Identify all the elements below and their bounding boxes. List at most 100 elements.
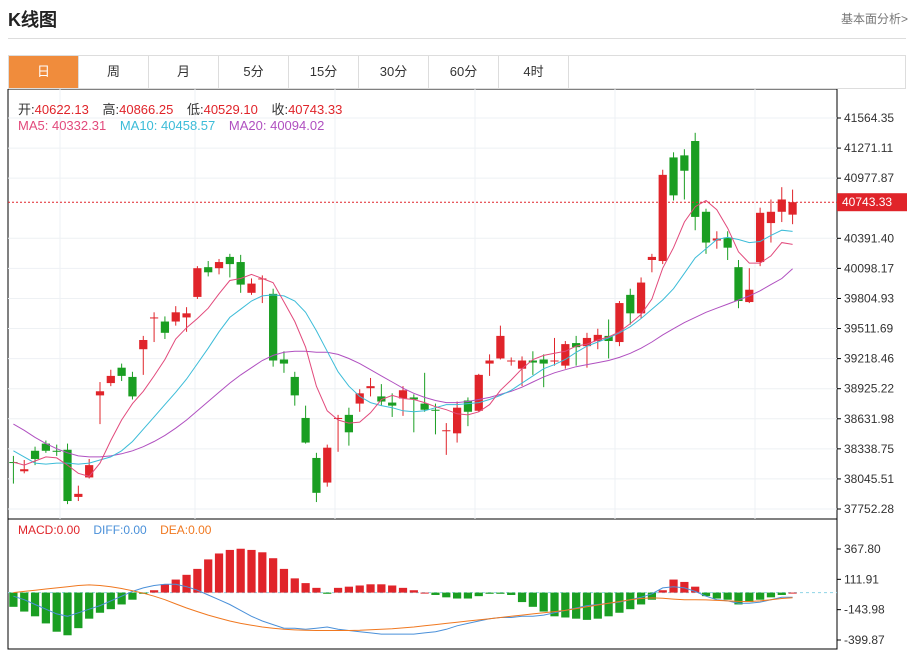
tab-6[interactable]: 60分 bbox=[429, 56, 499, 88]
macd-bar bbox=[204, 559, 213, 593]
ma20-label: MA20: bbox=[228, 118, 267, 133]
macd-bar bbox=[279, 568, 289, 593]
open-label: 开: bbox=[18, 102, 35, 117]
tab-4[interactable]: 15分 bbox=[289, 56, 359, 88]
candle-body bbox=[701, 211, 711, 243]
price-tick-label: 41271.11 bbox=[844, 141, 893, 155]
header: K线图 基本面分析> bbox=[0, 0, 914, 36]
candle-body bbox=[485, 360, 494, 364]
macd-bar bbox=[442, 592, 451, 598]
high-value: 40866.25 bbox=[119, 102, 174, 117]
macd-bar bbox=[517, 592, 527, 603]
macd-bar bbox=[9, 592, 18, 607]
candle-body bbox=[139, 339, 148, 350]
candle-body bbox=[182, 313, 191, 318]
candle-body bbox=[225, 256, 234, 265]
tab-2[interactable]: 月 bbox=[149, 56, 219, 88]
candle-body bbox=[74, 493, 83, 497]
macd-bar bbox=[247, 549, 256, 593]
dea-value: 0.00 bbox=[188, 523, 212, 537]
macd-bar bbox=[366, 584, 375, 593]
candle-body bbox=[388, 402, 397, 406]
price-panel-frame bbox=[7, 89, 838, 520]
candle-body bbox=[63, 449, 72, 502]
candle-body bbox=[723, 237, 732, 248]
macd-bar bbox=[561, 592, 570, 618]
candle-body bbox=[279, 359, 289, 364]
macd-bar bbox=[658, 590, 667, 593]
macd-bar bbox=[398, 587, 408, 593]
price-tick-label: 39511.69 bbox=[844, 322, 893, 336]
divider bbox=[8, 38, 906, 39]
price-tick-label: 41564.35 bbox=[844, 111, 894, 125]
price-tick-label: 40391.40 bbox=[844, 231, 894, 245]
price-tick-label: 38631.98 bbox=[844, 412, 894, 426]
candle-body bbox=[766, 211, 776, 224]
candle-body bbox=[420, 403, 429, 410]
macd-bar bbox=[669, 579, 678, 593]
candle-body bbox=[539, 359, 548, 364]
macd-bar bbox=[766, 592, 776, 598]
candle-body bbox=[366, 386, 375, 389]
macd-tick-label: -399.87 bbox=[844, 633, 885, 647]
macd-bar bbox=[701, 592, 711, 597]
low-value: 40529.10 bbox=[203, 102, 258, 117]
candle-body bbox=[669, 157, 678, 196]
price-tick-label: 37752.28 bbox=[844, 502, 894, 516]
tab-7[interactable]: 4时 bbox=[499, 56, 569, 88]
ma10-label: MA10: bbox=[119, 118, 158, 133]
macd-bar bbox=[626, 592, 635, 610]
macd-value: 0.00 bbox=[56, 523, 81, 537]
candle-body bbox=[615, 303, 624, 343]
diff-value: 0.00 bbox=[123, 523, 147, 537]
candle-body bbox=[117, 367, 126, 376]
candle-body bbox=[312, 457, 321, 493]
candle-body bbox=[128, 376, 137, 397]
price-tick-label: 39218.46 bbox=[844, 352, 894, 366]
candle-body bbox=[788, 202, 797, 215]
close-label: 收: bbox=[271, 102, 289, 117]
candle-body bbox=[377, 396, 386, 402]
macd-bar bbox=[85, 592, 94, 619]
fundamental-analysis-link[interactable]: 基本面分析> bbox=[841, 10, 908, 27]
macd-bar bbox=[572, 592, 581, 619]
ohlc-info: 开:40622.13 高:40866.25 低:40529.10 收:40743… bbox=[18, 99, 342, 118]
macd-bar bbox=[528, 592, 537, 607]
candle-body bbox=[734, 267, 743, 302]
candle-body bbox=[160, 321, 170, 333]
candle-body bbox=[452, 407, 462, 434]
macd-bar bbox=[777, 592, 786, 595]
ma10-line bbox=[13, 229, 793, 465]
candle-body bbox=[626, 294, 635, 314]
tab-1[interactable]: 周 bbox=[79, 56, 149, 88]
macd-label: MACD: bbox=[18, 523, 57, 537]
macd-bar bbox=[344, 586, 354, 593]
tab-3[interactable]: 5分 bbox=[219, 56, 289, 88]
candle-body bbox=[550, 360, 559, 362]
tab-5[interactable]: 30分 bbox=[359, 56, 429, 88]
dea-label: DEA: bbox=[160, 523, 189, 537]
macd-tick-label: -143.98 bbox=[844, 603, 885, 617]
macd-bar bbox=[788, 592, 797, 594]
macd-bar bbox=[355, 585, 364, 593]
macd-bar bbox=[160, 584, 170, 593]
low-label: 低: bbox=[186, 102, 204, 117]
candle-body bbox=[171, 312, 180, 322]
close-value: 40743.33 bbox=[288, 102, 343, 117]
macd-bar bbox=[452, 592, 462, 599]
candle-body bbox=[214, 262, 224, 269]
price-tick-label: 40098.17 bbox=[844, 261, 894, 275]
candle-body bbox=[20, 469, 29, 472]
candle-body bbox=[680, 155, 689, 171]
candle-body bbox=[507, 360, 516, 362]
candle-body bbox=[95, 391, 105, 396]
macd-panel-frame bbox=[7, 518, 838, 650]
candle-body bbox=[756, 212, 765, 263]
macd-bar bbox=[474, 592, 483, 597]
macd-bar bbox=[723, 592, 732, 600]
tab-0[interactable]: 日 bbox=[9, 56, 79, 88]
open-value: 40622.13 bbox=[34, 102, 89, 117]
macd-bar bbox=[301, 583, 310, 593]
macd-bar bbox=[63, 592, 72, 636]
candle-body bbox=[647, 256, 657, 260]
